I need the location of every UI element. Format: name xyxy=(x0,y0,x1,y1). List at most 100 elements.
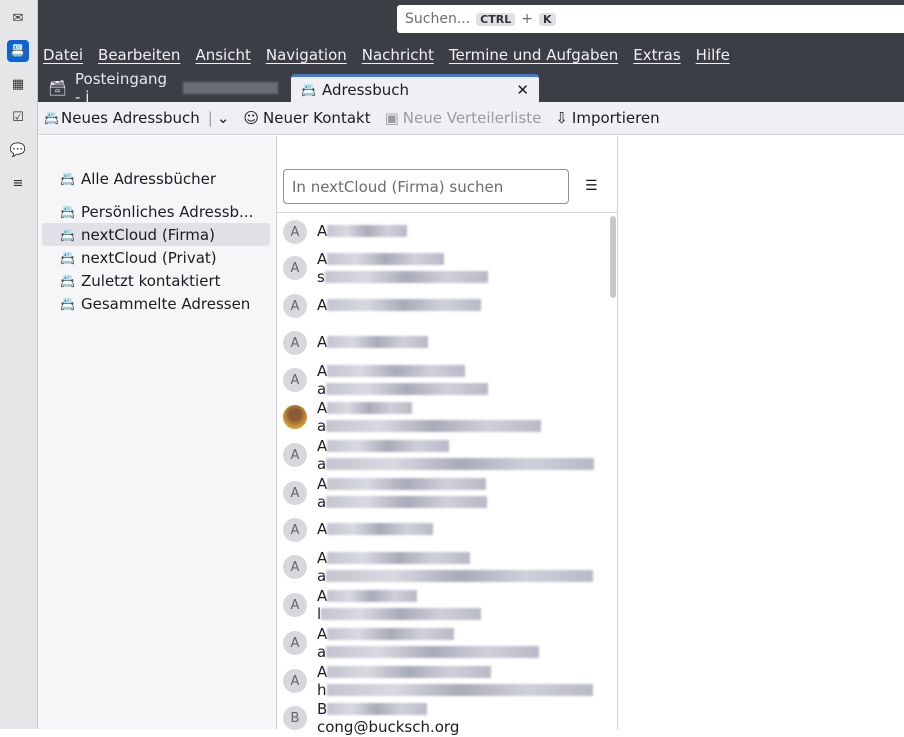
redacted-name xyxy=(327,402,413,414)
contact-row[interactable]: AA xyxy=(277,287,607,325)
redacted-email xyxy=(326,684,593,696)
contact-row[interactable]: AAs xyxy=(277,249,607,287)
redacted-name xyxy=(327,666,492,678)
contact-avatar: A xyxy=(283,443,307,467)
shortcut-key-k: K xyxy=(538,12,556,26)
address-book-item[interactable]: 📇 nextCloud (Firma) xyxy=(42,223,270,246)
contact-row[interactable]: AA xyxy=(277,324,607,362)
contact-name: A xyxy=(317,250,445,268)
mail-icon[interactable]: ✉ xyxy=(7,7,29,29)
search-placeholder: In nextCloud (Firma) suchen xyxy=(292,178,504,196)
tab-bar: 🗃 Posteingang - i 📇 Adressbuch ✕ xyxy=(38,70,904,106)
contact-row[interactable]: AAa xyxy=(277,436,607,474)
global-search-input[interactable]: Suchen... CTRL + K xyxy=(397,5,904,33)
address-book-item[interactable]: 📇 Zuletzt kontaktiert xyxy=(42,269,270,292)
email-text: h xyxy=(317,681,327,699)
email-text: a xyxy=(317,455,327,473)
menu-termine-und-aufgaben[interactable]: Termine und Aufgaben xyxy=(449,46,618,64)
contact-name: A xyxy=(317,437,450,455)
menu-bearbeiten[interactable]: Bearbeiten xyxy=(98,46,180,64)
name-initial: A xyxy=(317,663,328,681)
button-label: Neue Verteilerliste xyxy=(402,109,542,127)
list-icon: ▣ xyxy=(384,109,399,127)
tab-label: Adressbuch xyxy=(322,80,409,99)
contact-name: A xyxy=(317,625,455,643)
contact-name: A xyxy=(317,549,471,567)
address-book-toolbar: 📇 Neues Adressbuch | ⌄ ☺ Neuer Kontakt ▣ Neue… xyxy=(38,102,904,135)
close-tab-icon[interactable]: ✕ xyxy=(516,81,529,99)
menu-hilfe[interactable]: Hilfe xyxy=(696,46,730,64)
settings-icon[interactable]: ≡ xyxy=(7,172,29,194)
address-book-icon: 📇 xyxy=(301,82,316,97)
contact-name: A xyxy=(317,333,429,351)
redacted-name xyxy=(327,552,471,564)
tab-inbox[interactable]: 🗃 Posteingang - i xyxy=(38,70,288,106)
address-book-item[interactable]: 📇 nextCloud (Privat) xyxy=(42,246,270,269)
contact-name: A xyxy=(317,587,418,605)
contact-row[interactable]: AA xyxy=(277,213,607,251)
address-book-icon: 📇 xyxy=(60,250,75,265)
contact-avatar: A xyxy=(283,669,307,693)
contact-name: A xyxy=(317,663,492,681)
shortcut-key-ctrl: CTRL xyxy=(476,12,516,26)
contact-name: A xyxy=(317,362,466,380)
scrollbar[interactable] xyxy=(610,216,616,298)
menu-nachricht[interactable]: Nachricht xyxy=(362,46,434,64)
contact-email: a xyxy=(317,643,540,661)
chat-icon[interactable]: 💬 xyxy=(7,139,29,161)
contact-row[interactable]: AA xyxy=(277,511,607,549)
import-button[interactable]: ⇩ Importieren xyxy=(555,109,659,127)
contact-list-pane: In nextCloud (Firma) suchen ☰ AAAAsAAAAA… xyxy=(277,136,618,736)
contact-row[interactable]: AAa xyxy=(277,361,607,399)
menu-navigation[interactable]: Navigation xyxy=(266,46,347,64)
chevron-down-icon[interactable]: ⌄ xyxy=(217,109,230,127)
address-book-icon: 📇 xyxy=(60,227,75,242)
menu-datei[interactable]: Datei xyxy=(43,46,83,64)
redacted-name xyxy=(327,299,482,311)
name-initial: A xyxy=(317,362,328,380)
contact-row[interactable]: B Bcong@bucksch.org xyxy=(277,699,607,737)
address-book-label: Zuletzt kontaktiert xyxy=(81,271,221,290)
redacted-email xyxy=(326,570,594,582)
tasks-icon[interactable]: ☑ xyxy=(7,106,29,128)
contact-avatar: A xyxy=(283,256,307,280)
new-contact-button[interactable]: ☺ Neuer Kontakt xyxy=(243,109,370,127)
contact-row[interactable]: AAa xyxy=(277,474,607,512)
calendar-icon[interactable]: ▦ xyxy=(7,73,29,95)
contact-row[interactable]: AAa xyxy=(277,624,607,662)
email-text: a xyxy=(317,567,327,585)
address-book-item[interactable]: 📇 Gesammelte Adressen xyxy=(42,292,270,315)
redacted-email xyxy=(326,383,489,395)
tab-label: Posteingang - i xyxy=(75,70,168,106)
contact-name: A xyxy=(317,222,408,240)
new-list-button[interactable]: ▣ Neue Verteilerliste xyxy=(385,109,542,127)
menu-bar: Datei Bearbeiten Ansicht Navigation Nachrich… xyxy=(38,38,904,72)
contact-email: a xyxy=(317,493,488,511)
spaces-toolbar: ✉ 📇 ▦ ☑ 💬 ≡ xyxy=(0,0,38,729)
button-label: Neues Adressbuch xyxy=(61,109,200,127)
new-address-book-button[interactable]: 📇 Neues Adressbuch | ⌄ xyxy=(44,109,229,127)
separator: | xyxy=(207,109,213,127)
contact-email: a xyxy=(317,567,594,585)
redacted-name xyxy=(327,703,428,715)
address-book-icon[interactable]: 📇 xyxy=(7,40,29,62)
button-label: Importieren xyxy=(571,109,660,127)
contact-avatar: A xyxy=(283,220,307,244)
address-book-item[interactable]: 📇 Alle Adressbücher xyxy=(42,167,270,190)
address-book-icon: 📇 xyxy=(60,273,75,288)
menu-ansicht[interactable]: Ansicht xyxy=(195,46,250,64)
menu-extras[interactable]: Extras xyxy=(633,46,680,64)
inbox-icon: 🗃 xyxy=(48,79,68,97)
name-initial: A xyxy=(317,549,328,567)
tab-address-book[interactable]: 📇 Adressbuch ✕ xyxy=(291,74,539,102)
contact-search-input[interactable]: In nextCloud (Firma) suchen xyxy=(283,169,569,204)
contact-row[interactable]: Aa xyxy=(277,398,607,436)
name-initial: A xyxy=(317,222,328,240)
contact-row[interactable]: AAa xyxy=(277,548,607,586)
contact-row[interactable]: AAh xyxy=(277,662,607,700)
address-book-list: 📇 Alle Adressbücher 📇 Persönliches Adressb.… xyxy=(38,136,277,729)
name-initial: A xyxy=(317,250,328,268)
contact-row[interactable]: AAl xyxy=(277,586,607,624)
sort-options-icon[interactable]: ☰ xyxy=(585,178,598,194)
address-book-item[interactable]: 📇 Persönliches Adressb... xyxy=(42,200,270,223)
